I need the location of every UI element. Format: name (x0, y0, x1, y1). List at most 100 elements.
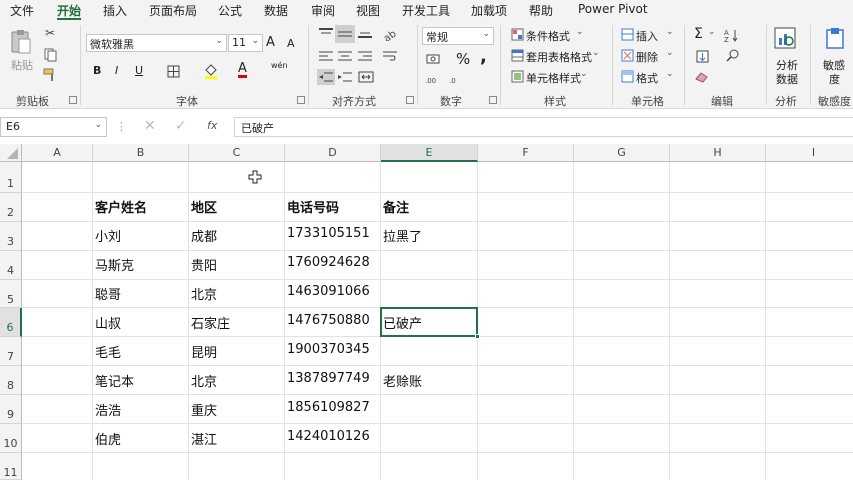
autosum-icon[interactable]: Σ (694, 26, 703, 42)
copy-icon[interactable] (42, 47, 58, 63)
font-name-select[interactable]: 微软雅黑 ⌄ (86, 34, 227, 52)
table-cell[interactable]: 小刘 (92, 226, 121, 245)
analyze-data-icon[interactable] (772, 25, 798, 53)
sensitivity-label-line2[interactable]: 度 (829, 71, 840, 87)
tab-review[interactable]: 审阅 (311, 2, 335, 19)
row-header-3[interactable]: 3 (0, 222, 22, 251)
grow-font-icon[interactable]: A (266, 35, 275, 50)
underline-button[interactable]: U (135, 64, 143, 77)
name-box[interactable]: E6 ⌄ (0, 117, 107, 137)
tab-power-pivot[interactable]: Power Pivot (578, 2, 648, 16)
table-cell[interactable]: 1463091066 (284, 284, 370, 299)
column-header-a[interactable]: A (22, 144, 93, 162)
increase-indent-icon[interactable] (336, 69, 354, 85)
row-header-1[interactable]: 1 (0, 162, 22, 193)
merge-center-icon[interactable] (356, 69, 376, 85)
analyze-data-label-line2[interactable]: 数据 (776, 71, 798, 87)
insert-function-icon[interactable]: fx (207, 119, 217, 132)
insert-cells-icon[interactable] (620, 27, 634, 41)
insert-cells-button[interactable]: 插入 (636, 28, 658, 44)
column-header-b[interactable]: B (93, 144, 189, 162)
table-header-note[interactable]: 备注 (380, 197, 409, 216)
column-header-g[interactable]: G (574, 144, 670, 162)
increase-decimal-icon[interactable]: .00 (424, 71, 444, 87)
table-cell[interactable]: 湛江 (188, 429, 217, 448)
tab-view[interactable]: 视图 (356, 2, 380, 19)
number-format-select[interactable]: 常规 ⌄ (422, 27, 494, 45)
table-cell[interactable]: 北京 (188, 284, 217, 303)
row-header-9[interactable]: 9 (0, 395, 22, 424)
format-as-table-button[interactable]: 套用表格格式 (526, 49, 592, 65)
row-header-8[interactable]: 8 (0, 366, 22, 395)
table-cell[interactable]: 拉黑了 (380, 226, 422, 245)
align-center-icon[interactable] (336, 48, 354, 64)
formula-input[interactable]: 已破产 (234, 117, 853, 137)
conditional-format-button[interactable]: 条件格式 (526, 28, 570, 44)
tab-home[interactable]: 开始 (57, 2, 81, 19)
font-size-select[interactable]: 11 ⌄ (228, 34, 263, 52)
sort-filter-icon[interactable]: AZ (722, 26, 742, 44)
table-header-region[interactable]: 地区 (188, 197, 217, 216)
delete-cells-icon[interactable] (620, 48, 634, 62)
fill-color-icon[interactable] (203, 63, 219, 79)
italic-button[interactable]: I (115, 64, 118, 77)
tab-file[interactable]: 文件 (10, 2, 34, 19)
table-cell[interactable]: 聪哥 (92, 284, 121, 303)
decrease-indent-icon[interactable] (317, 69, 335, 85)
table-cell[interactable]: 1760924628 (284, 255, 370, 270)
tab-formulas[interactable]: 公式 (218, 2, 242, 19)
clipboard-dialog-launcher[interactable] (69, 96, 77, 104)
font-color-button[interactable]: A (238, 62, 247, 78)
table-cell[interactable]: 石家庄 (188, 313, 230, 332)
align-middle-icon[interactable] (335, 25, 355, 43)
align-left-icon[interactable] (317, 48, 335, 64)
table-cell[interactable]: 1900370345 (284, 342, 370, 357)
row-header-5[interactable]: 5 (0, 280, 22, 308)
row-header-10[interactable]: 10 (0, 424, 22, 453)
cell-styles-icon[interactable] (510, 69, 524, 83)
column-header-c[interactable]: C (189, 144, 285, 162)
cut-icon[interactable]: ✂ (42, 25, 58, 41)
table-cell[interactable]: 北京 (188, 371, 217, 390)
table-cell[interactable]: 1733105151 (284, 226, 370, 241)
conditional-format-icon[interactable] (510, 27, 524, 41)
fill-handle[interactable] (475, 334, 480, 339)
wrap-text-icon[interactable] (380, 48, 400, 64)
row-header-2[interactable]: 2 (0, 193, 22, 222)
tab-data[interactable]: 数据 (264, 2, 288, 19)
table-cell[interactable]: 1476750880 (284, 313, 370, 328)
column-header-e[interactable]: E (381, 144, 478, 162)
format-painter-icon[interactable] (42, 67, 58, 83)
table-cell[interactable]: 重庆 (188, 400, 217, 419)
find-select-icon[interactable] (724, 47, 742, 63)
shrink-font-icon[interactable]: A (287, 37, 295, 50)
column-header-h[interactable]: H (670, 144, 766, 162)
table-header-phone[interactable]: 电话号码 (284, 197, 339, 216)
comma-style-button[interactable]: , (480, 46, 487, 67)
percent-style-button[interactable]: % (456, 50, 470, 68)
bold-button[interactable]: B (93, 64, 101, 77)
align-right-icon[interactable] (356, 48, 374, 64)
tab-page-layout[interactable]: 页面布局 (149, 2, 197, 19)
format-cells-icon[interactable] (620, 69, 634, 83)
tab-insert[interactable]: 插入 (103, 2, 127, 19)
table-cell[interactable]: 1424010126 (284, 429, 370, 444)
row-header-7[interactable]: 7 (0, 337, 22, 366)
table-cell[interactable]: 毛毛 (92, 342, 121, 361)
row-header-6[interactable]: 6 (0, 308, 22, 337)
tab-addins[interactable]: 加载项 (471, 2, 507, 19)
cancel-icon[interactable]: ✕ (144, 118, 156, 134)
tab-developer[interactable]: 开发工具 (402, 2, 450, 19)
row-header-4[interactable]: 4 (0, 251, 22, 280)
fill-icon[interactable] (694, 48, 710, 64)
table-header-name[interactable]: 客户姓名 (92, 197, 147, 216)
column-header-d[interactable]: D (285, 144, 381, 162)
enter-icon[interactable]: ✓ (175, 118, 187, 134)
table-cell[interactable]: 成都 (188, 226, 217, 245)
borders-icon[interactable] (165, 63, 181, 79)
align-bottom-icon[interactable] (356, 26, 374, 40)
phonetic-guide-icon[interactable]: wén (271, 61, 288, 70)
table-cell[interactable]: 伯虎 (92, 429, 121, 448)
select-all-button[interactable] (0, 144, 22, 162)
font-dialog-launcher[interactable] (297, 96, 305, 104)
